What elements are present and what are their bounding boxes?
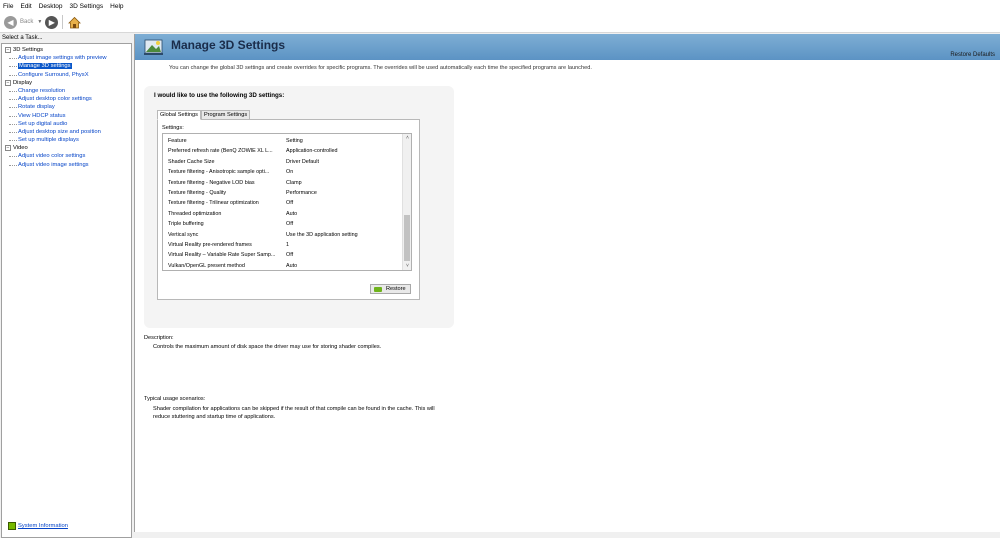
page-header: Manage 3D Settings Restore Defaults [135,34,1000,60]
back-button-label[interactable]: Back [20,19,33,25]
list-item[interactable]: Triple buffering Off [168,219,398,229]
3d-settings-icon [143,37,165,57]
panel-heading: I would like to use the following 3D set… [154,92,285,99]
tree-item-hdcp-status[interactable]: View HDCP status [2,112,131,120]
tree-category-3d-settings[interactable]: −3D Settings [2,46,131,54]
tree-item-manage-3d-settings[interactable]: Manage 3D settings [2,62,131,70]
list-item[interactable]: Threaded optimization Auto [168,209,398,219]
tree-item-video-color[interactable]: Adjust video color settings [2,152,131,160]
list-item[interactable]: Texture filtering - Negative LOD bias Cla… [168,178,398,188]
feature-column-header[interactable]: Feature [168,138,286,144]
list-item[interactable]: Vulkan/OpenGL present method Auto [168,261,398,271]
nvidia-leaf-icon [374,286,382,292]
list-item[interactable]: Virtual Reality pre-rendered frames 1 [168,240,398,250]
tree-item-multiple-displays[interactable]: Set up multiple displays [2,136,131,144]
tree-item-video-image[interactable]: Adjust video image settings [2,161,131,169]
tree-item-digital-audio[interactable]: Set up digital audio [2,120,131,128]
forward-arrow-icon[interactable]: ▶ [45,15,59,29]
list-item[interactable]: Texture filtering - Quality Performance [168,188,398,198]
menu-desktop[interactable]: Desktop [39,3,63,10]
restore-defaults-link[interactable]: Restore Defaults [950,52,995,58]
menu-edit[interactable]: Edit [20,3,31,10]
system-information-link[interactable]: System Information [18,523,68,529]
settings-label: Settings: [162,125,184,131]
collapse-icon[interactable]: − [5,79,11,86]
tree-item-desktop-size[interactable]: Adjust desktop size and position [2,128,131,136]
toolbar-separator [62,15,64,29]
select-task-label: Select a Task... [2,35,43,41]
toolbar: ◀ Back ▼ ▶ [0,12,1000,33]
scroll-down-icon[interactable]: ˅ [403,262,412,270]
description-text: Controls the maximum amount of disk spac… [153,344,382,350]
setting-column-header[interactable]: Setting [286,138,396,144]
list-item[interactable]: Texture filtering - Trilinear optimizati… [168,198,398,208]
task-pane: Select a Task... −3D Settings Adjust ima… [0,34,133,538]
back-arrow-icon[interactable]: ◀ [4,15,17,29]
list-item[interactable]: Virtual Reality – Variable Rate Super Sa… [168,250,398,260]
usage-text: Shader compilation for applications can … [153,406,435,420]
list-item[interactable]: Texture filtering - Anisotropic sample o… [168,167,398,177]
list-header: Feature Setting [168,136,398,146]
menu-3d-settings[interactable]: 3D Settings [70,3,104,10]
restore-button[interactable]: Restore [370,284,411,294]
system-information[interactable]: System Information [8,522,68,530]
tree-item-change-resolution[interactable]: Change resolution [2,87,131,95]
page-intro: You can change the global 3D settings an… [169,65,592,71]
menu-file[interactable]: File [3,3,13,10]
tree-category-video[interactable]: − Video [2,144,131,152]
global-settings-tab-body: Settings: Feature Setting Preferred refr… [157,119,420,300]
list-item[interactable]: Shader Cache Size Driver Default [168,157,398,167]
scroll-thumb[interactable] [404,215,410,261]
settings-list[interactable]: Feature Setting Preferred refresh rate (… [162,133,412,271]
description-label: Description: [144,335,174,341]
settings-scrollbar[interactable]: ˄ ˅ [402,134,411,270]
collapse-icon[interactable]: − [5,145,11,152]
restore-button-label: Restore [386,286,406,292]
tab-global-settings[interactable]: Global Settings [157,110,201,120]
list-item[interactable]: Preferred refresh rate (BenQ ZOWIE XL L.… [168,146,398,156]
usage-label: Typical usage scenarios: [144,396,206,402]
scroll-up-icon[interactable]: ˄ [403,134,412,142]
home-icon[interactable] [67,15,81,29]
tree-item-rotate-display[interactable]: Rotate display [2,103,131,111]
task-tree[interactable]: −3D Settings Adjust image settings with … [1,43,132,538]
menu-help[interactable]: Help [110,3,123,10]
settings-panel: I would like to use the following 3D set… [144,86,454,328]
collapse-icon[interactable]: − [5,47,11,54]
content-pane: Manage 3D Settings Restore Defaults You … [134,34,1000,532]
tree-item-desktop-color[interactable]: Adjust desktop color settings [2,95,131,103]
chevron-down-icon[interactable]: ▼ [37,19,42,25]
tree-category-display[interactable]: − Display [2,79,131,87]
list-item[interactable]: Vertical sync Use the 3D application sett… [168,230,398,240]
tree-item-configure-surround[interactable]: Configure Surround, PhysX [2,71,131,79]
menu-bar: File Edit Desktop 3D Settings Help [0,0,1000,12]
tree-item-adjust-image-settings[interactable]: Adjust image settings with preview [2,54,131,62]
nvidia-icon [8,522,16,530]
page-title: Manage 3D Settings [171,38,286,52]
